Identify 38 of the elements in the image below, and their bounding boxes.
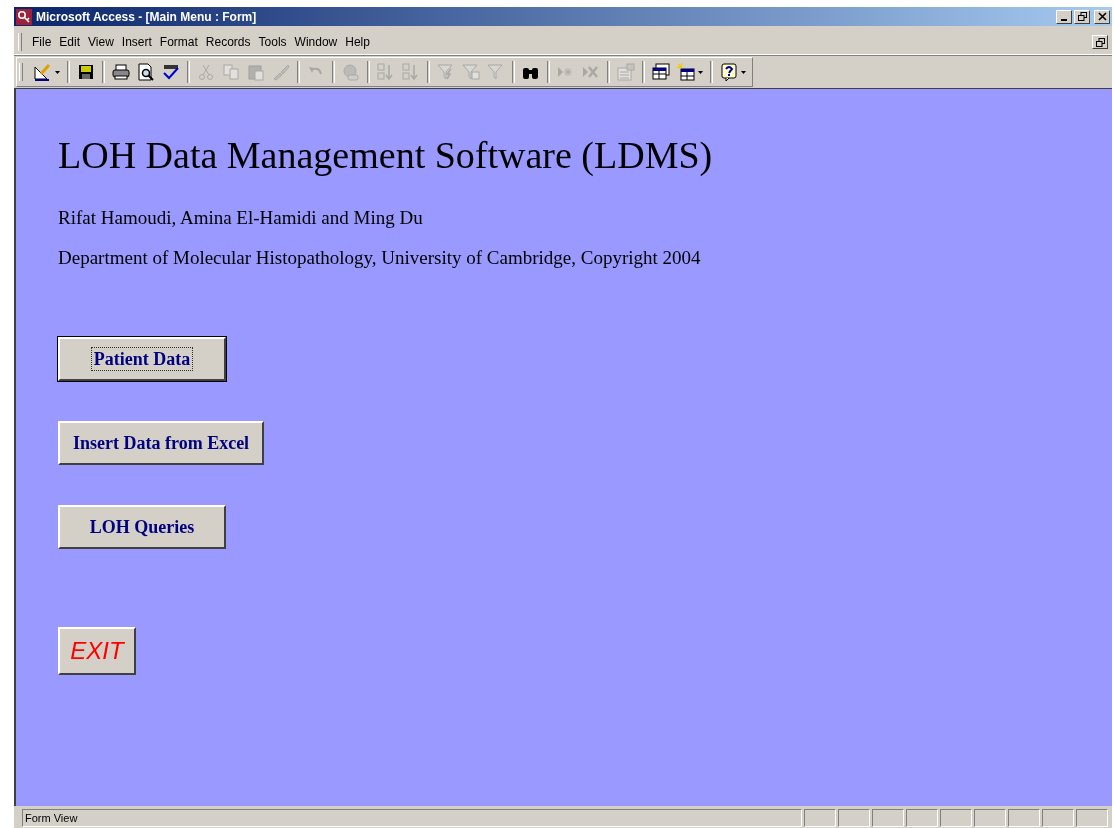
status-panel [906,809,938,827]
menu-item[interactable]: File [28,33,56,51]
windows-icon[interactable] [650,62,672,82]
restore-button[interactable] [1074,9,1090,24]
status-panel [1076,809,1108,827]
menu-item[interactable]: Edit [55,33,85,51]
spell-check-icon[interactable] [160,62,182,82]
status-panel [940,809,972,827]
form-button[interactable]: LOH Queries [58,505,226,549]
menu-item[interactable]: Records [201,33,255,51]
close-button[interactable] [1094,9,1110,24]
form-button[interactable]: Insert Data from Excel [58,421,265,465]
menu-item[interactable]: Window [290,33,342,51]
status-panel [1008,809,1040,827]
status-text: Form View [22,809,802,827]
minimize-icon [1061,18,1067,21]
status-panel [838,809,870,827]
status-panel [1042,809,1074,827]
form-heading: LOH Data Management Software (LDMS) [58,133,714,177]
minimize-button[interactable] [1056,9,1072,24]
printer-icon[interactable] [110,62,132,82]
menu-item[interactable]: Insert [117,33,156,51]
restore-button[interactable] [1092,35,1108,49]
menu-item[interactable]: Tools [254,33,291,51]
affiliation-text: Department of Molecular Histopathology, University of Cambridge, Copyright 2004 [58,247,702,269]
menu-item[interactable]: View [84,33,118,51]
window-title: Microsoft Access - [Main Menu : Form] [36,9,257,24]
status-panel [872,809,904,827]
status-panel [974,809,1006,827]
form-button[interactable]: Patient Data [58,337,226,381]
status-panel [804,809,836,827]
authors-text: Rifat Hamoudi, Amina El-Hamidi and Ming Du [58,207,424,229]
menu-item[interactable]: Help [341,33,374,51]
help-icon[interactable] [718,62,748,82]
triangle-ruler-icon[interactable] [32,62,62,82]
menu-item[interactable]: Format [155,33,202,51]
key-icon [16,8,32,25]
new-object-icon[interactable] [675,62,705,82]
